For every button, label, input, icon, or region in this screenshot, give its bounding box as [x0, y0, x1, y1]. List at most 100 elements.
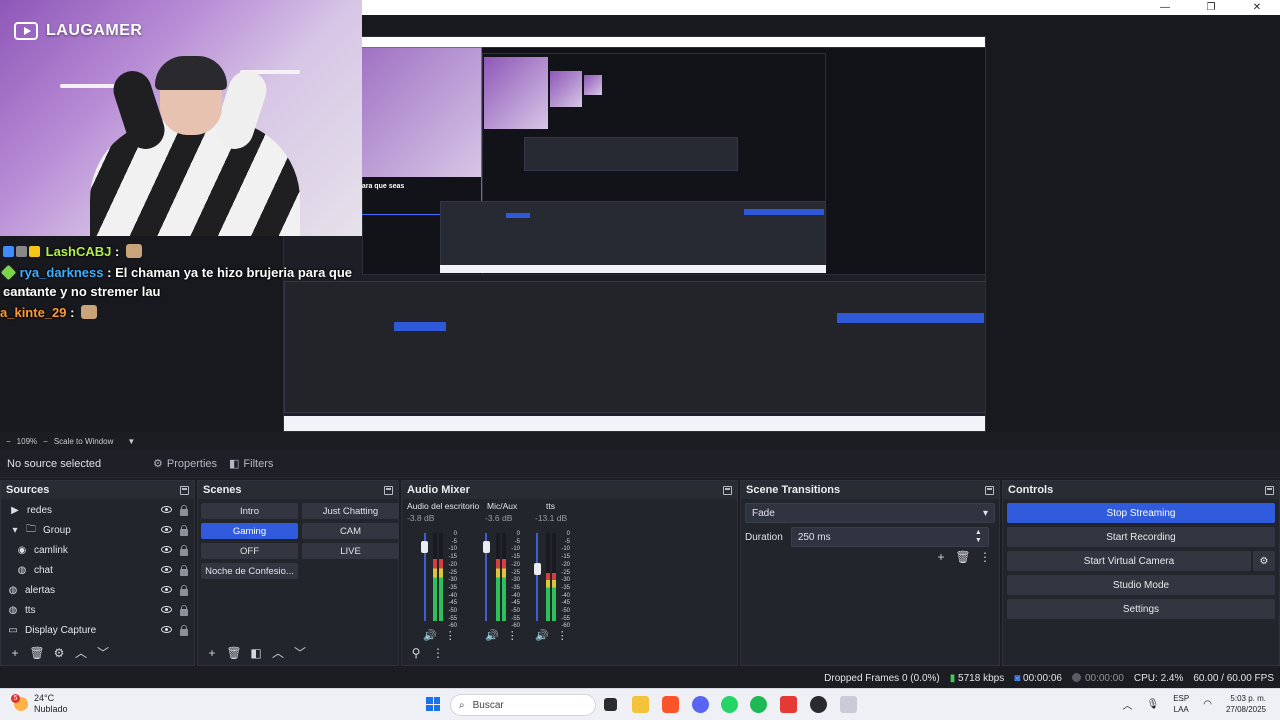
- close-icon[interactable]: ✕: [1234, 0, 1280, 15]
- chevron-down-icon[interactable]: ﹀: [95, 645, 111, 661]
- scale-mode[interactable]: Scale to Window: [54, 437, 114, 446]
- float-icon[interactable]: [180, 485, 189, 495]
- settings-button[interactable]: Settings: [1007, 599, 1275, 619]
- filters-button[interactable]: ◧ Filters: [223, 454, 279, 474]
- menu-dots-icon[interactable]: ⋮: [977, 549, 993, 565]
- start-virtual-camera-button[interactable]: Start Virtual Camera: [1007, 551, 1251, 571]
- snipping-tool-icon[interactable]: [840, 696, 857, 713]
- chevron-up-icon[interactable]: ︿: [270, 645, 286, 661]
- task-view-icon[interactable]: [604, 698, 617, 711]
- eye-icon[interactable]: [161, 626, 172, 633]
- float-icon[interactable]: [1265, 485, 1274, 495]
- scene-intro[interactable]: Intro: [201, 503, 298, 519]
- add-icon[interactable]: +: [933, 549, 949, 565]
- dock-title: Scene Transitions: [746, 484, 841, 496]
- obs-icon[interactable]: [810, 696, 827, 713]
- discord-icon[interactable]: [692, 696, 709, 713]
- scene-cam[interactable]: CAM: [302, 523, 399, 539]
- trash-icon[interactable]: 🗑: [955, 549, 971, 565]
- source-item-tts[interactable]: ◍ tts: [1, 600, 194, 620]
- eye-icon[interactable]: [161, 586, 172, 593]
- volume-knob[interactable]: [534, 563, 541, 575]
- trash-icon[interactable]: 🗑: [226, 645, 242, 661]
- eye-icon[interactable]: [161, 546, 172, 553]
- minimize-icon[interactable]: —: [1142, 0, 1188, 15]
- source-item-group[interactable]: ▾ 🗀 Group: [1, 520, 194, 540]
- volume-slider[interactable]: [536, 533, 538, 621]
- source-item-display-capture[interactable]: ▭ Display Capture: [1, 620, 194, 640]
- source-item-chat[interactable]: ◍ chat: [1, 560, 194, 580]
- studio-mode-button[interactable]: Studio Mode: [1007, 575, 1275, 595]
- db-tick-label: 0: [516, 531, 520, 537]
- volume-knob[interactable]: [483, 541, 490, 553]
- scene-noche-de-confesiones[interactable]: Noche de Confesio...: [201, 563, 298, 579]
- source-toolbar: No source selected ⚙ Properties ◧ Filters: [0, 450, 1280, 478]
- mic-icon[interactable]: 🎙: [1147, 699, 1160, 710]
- float-icon[interactable]: [723, 485, 732, 495]
- lock-icon[interactable]: [180, 505, 188, 516]
- float-icon[interactable]: [985, 485, 994, 495]
- chevron-up-icon[interactable]: ︿: [73, 645, 89, 661]
- wifi-icon[interactable]: ◠: [1203, 699, 1212, 710]
- filter-icon[interactable]: ◧: [248, 645, 264, 661]
- chevron-down-icon[interactable]: ▼: [127, 437, 135, 446]
- maximize-icon[interactable]: ❐: [1188, 0, 1234, 15]
- trash-icon[interactable]: 🗑: [29, 645, 45, 661]
- spin-arrows-icon[interactable]: ▲ ▼: [975, 529, 982, 545]
- shelf: [60, 84, 120, 88]
- gear-icon[interactable]: ⚙: [51, 645, 67, 661]
- duration-spinbox[interactable]: 250 ms ▲ ▼: [790, 527, 989, 547]
- lock-icon[interactable]: [180, 565, 188, 576]
- lock-icon[interactable]: [180, 585, 188, 596]
- source-item-redes[interactable]: ▶ redes: [1, 500, 194, 520]
- lock-icon[interactable]: [180, 605, 188, 616]
- source-item-camlink[interactable]: ◉ camlink: [1, 540, 194, 560]
- eye-icon[interactable]: [161, 506, 172, 513]
- link-icon[interactable]: ⚲: [408, 645, 424, 661]
- float-icon[interactable]: [384, 485, 393, 495]
- add-icon[interactable]: +: [7, 645, 23, 661]
- scene-live[interactable]: LIVE: [302, 543, 399, 559]
- app-icon[interactable]: [780, 696, 797, 713]
- language-indicator[interactable]: ESP LAA: [1173, 693, 1189, 715]
- start-recording-button[interactable]: Start Recording: [1007, 527, 1275, 547]
- scene-off[interactable]: OFF: [201, 543, 298, 559]
- globe-icon: ◍: [17, 564, 27, 576]
- eye-icon[interactable]: [161, 606, 172, 613]
- whatsapp-icon[interactable]: [721, 696, 738, 713]
- eye-icon[interactable]: [161, 526, 172, 533]
- dock-title: Controls: [1008, 484, 1054, 496]
- scene-just-chatting[interactable]: Just Chatting: [302, 503, 399, 519]
- eye-icon[interactable]: [161, 566, 172, 573]
- taskbar-search[interactable]: ⌕ Buscar: [450, 694, 596, 716]
- spotify-icon[interactable]: [750, 696, 767, 713]
- scene-gaming[interactable]: Gaming: [201, 523, 298, 539]
- virtual-camera-settings-button[interactable]: ⚙: [1253, 551, 1275, 571]
- menu-dots-icon[interactable]: ⋮: [430, 645, 446, 661]
- db-tick-label: -50: [561, 608, 570, 615]
- db-tick-label: -5: [451, 538, 457, 545]
- channel-badge: LAUGAMER: [14, 18, 142, 44]
- brave-icon[interactable]: [662, 696, 679, 713]
- stop-streaming-button[interactable]: Stop Streaming: [1007, 503, 1275, 523]
- properties-button[interactable]: ⚙ Properties: [147, 454, 223, 474]
- add-icon[interactable]: +: [204, 645, 220, 661]
- file-explorer-icon[interactable]: [632, 696, 649, 713]
- weather-widget[interactable]: 5 24°C Nublado: [11, 693, 68, 715]
- volume-knob[interactable]: [421, 541, 428, 553]
- search-placeholder: Buscar: [472, 699, 504, 711]
- chevron-down-icon[interactable]: ﹀: [292, 645, 308, 661]
- chevron-up-icon[interactable]: ︿: [1123, 697, 1133, 712]
- preview-canvas[interactable]: an ya te hizo brujeria para que seas: [283, 36, 986, 432]
- transition-select[interactable]: Fade ▾: [745, 503, 995, 523]
- zoom-in-icon[interactable]: −: [43, 437, 48, 446]
- lock-icon[interactable]: [180, 625, 188, 636]
- clock[interactable]: 5:03 p. m. 27/08/2025: [1226, 693, 1266, 715]
- lock-icon[interactable]: [180, 525, 188, 536]
- chevron-down-icon[interactable]: ▾: [8, 525, 22, 536]
- windows-start-icon[interactable]: [426, 697, 440, 711]
- nested-webcam-4: [584, 75, 602, 95]
- lock-icon[interactable]: [180, 545, 188, 556]
- source-item-alertas[interactable]: ◍ alertas: [1, 580, 194, 600]
- zoom-out-icon[interactable]: −: [6, 437, 11, 446]
